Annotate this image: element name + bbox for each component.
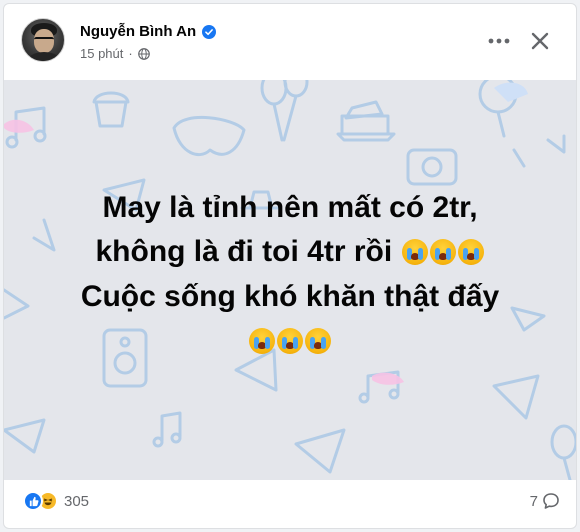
- more-dots-icon: [488, 38, 510, 44]
- comment-count: 7: [529, 492, 538, 510]
- comment-icon: [543, 493, 559, 509]
- post-card: Nguyễn Bình An 15 phút · May là tỉnh nên…: [3, 3, 577, 529]
- comments-summary[interactable]: 7: [530, 492, 560, 510]
- post-text-line-4: [4, 319, 576, 364]
- loudly-crying-emoji-icon: [457, 239, 484, 266]
- globe-icon[interactable]: [137, 47, 150, 60]
- post-background: May là tỉnh nên mất có 2tr, không là đi …: [4, 80, 576, 480]
- post-text-line-2-text: không là đi toi 4tr rồi: [95, 235, 393, 268]
- avatar[interactable]: [21, 18, 65, 62]
- post-text: May là tỉnh nên mất có 2tr, không là đi …: [4, 186, 576, 364]
- loudly-crying-emoji-icon: [401, 239, 428, 266]
- post-text-line-1: May là tỉnh nên mất có 2tr,: [102, 191, 478, 224]
- post-timestamp[interactable]: 15 phút: [80, 46, 123, 61]
- post-meta: 15 phút ·: [80, 46, 150, 61]
- reaction-count: 305: [64, 492, 90, 510]
- loudly-crying-emoji-icon: [429, 239, 456, 266]
- verified-badge-icon: [202, 24, 217, 39]
- meta-separator: ·: [128, 46, 133, 61]
- author-row: Nguyễn Bình An: [80, 23, 217, 40]
- crying-emoji-group: [248, 320, 332, 364]
- post-text-line-3: Cuộc sống khó khăn thật đấy: [80, 280, 500, 314]
- loudly-crying-emoji-icon: [305, 328, 331, 355]
- loudly-crying-emoji-icon: [277, 328, 303, 355]
- loudly-crying-emoji-icon: [249, 328, 275, 355]
- like-icon: [23, 491, 43, 511]
- post-text-line-2: không là đi toi 4tr rồi: [4, 230, 576, 275]
- close-button[interactable]: [525, 26, 555, 56]
- post-header: Nguyễn Bình An 15 phút ·: [4, 4, 576, 80]
- more-options-button[interactable]: [484, 26, 514, 56]
- reactions-summary[interactable]: 305: [23, 491, 89, 511]
- crying-emoji-group: [401, 231, 485, 275]
- author-name[interactable]: Nguyễn Bình An: [80, 23, 196, 40]
- post-footer: 305 7: [4, 480, 576, 528]
- close-icon: [531, 32, 549, 50]
